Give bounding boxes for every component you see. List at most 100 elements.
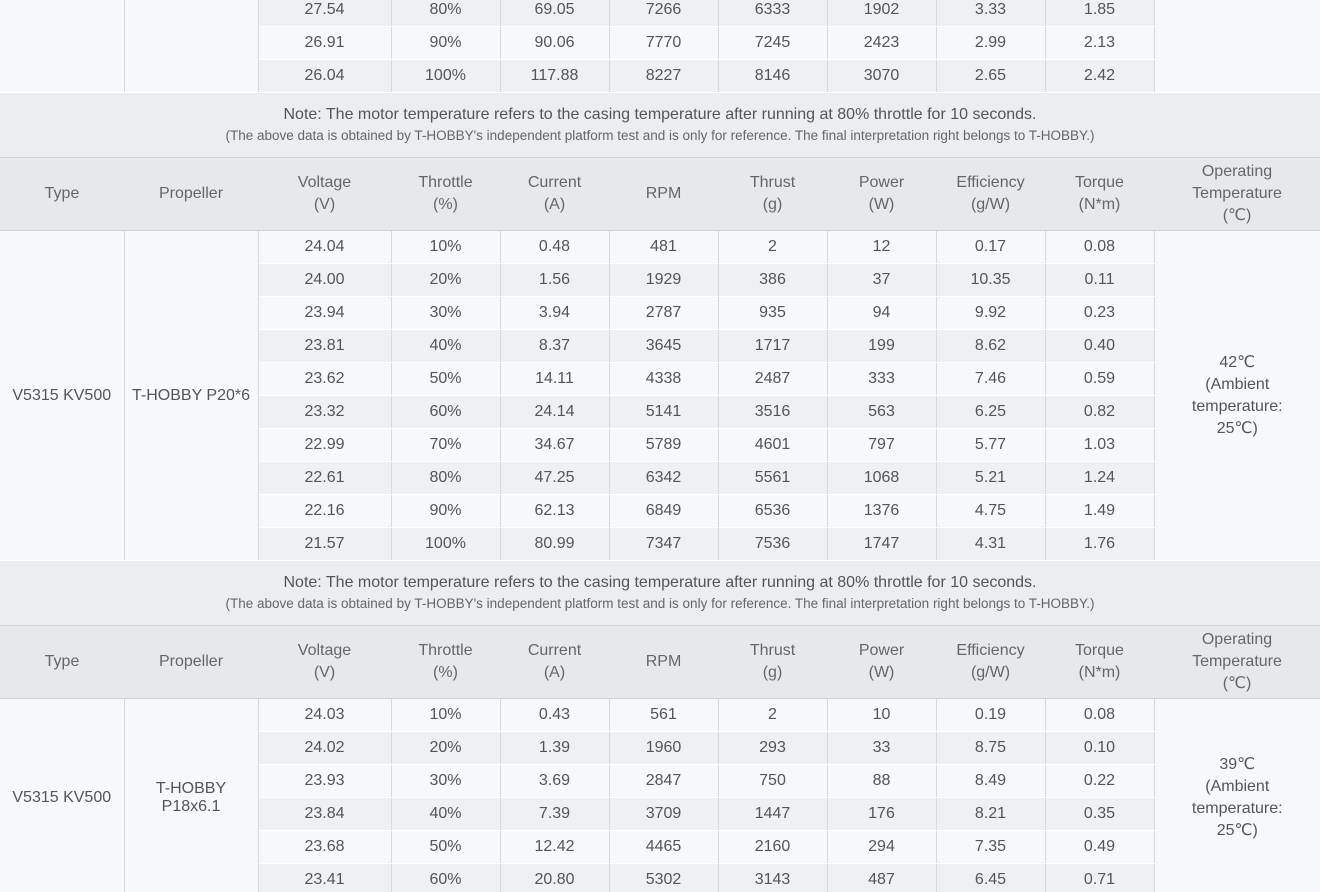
data-cell: 24.14 [500, 395, 610, 429]
data-cell: 797 [827, 428, 937, 462]
data-cell: 70% [391, 428, 501, 462]
data-cell: 10% [391, 230, 501, 264]
data-cell: 6333 [718, 0, 828, 27]
data-cell: 30% [391, 764, 501, 798]
data-cell: 8.62 [936, 329, 1046, 363]
data-cell: 2787 [609, 296, 719, 330]
data-cell: 0.17 [936, 230, 1046, 264]
data-cell: 7.35 [936, 830, 1046, 864]
column-header-efficiency: Efficiency (g/W) [936, 157, 1045, 231]
header-line: (g) [762, 196, 783, 213]
data-cell: 60% [391, 863, 501, 892]
temperature-line: 25℃) [1216, 419, 1258, 437]
header-row: Type Propeller Voltage (V) Throttle (%) Curren… [0, 625, 1320, 699]
data-cell: 2487 [718, 362, 828, 396]
data-cell: 6536 [718, 494, 828, 528]
data-cell: 12 [827, 230, 937, 264]
data-cell: 6.45 [936, 863, 1046, 892]
data-cell: 8.37 [500, 329, 610, 363]
header-line: Current [527, 174, 582, 191]
motor-type-cell: V5315 KV500 [0, 698, 125, 892]
data-cell: 0.43 [500, 698, 610, 732]
operating-temperature-cell: 39℃ (Ambient temperature: 25℃) [1154, 698, 1320, 892]
note-row: Note: The motor temperature refers to th… [0, 92, 1320, 158]
data-cell: 9.92 [936, 296, 1046, 330]
operating-temperature-cell: 42℃ (Ambient temperature: 25℃) [1154, 230, 1320, 561]
data-cell: 0.23 [1045, 296, 1155, 330]
data-cell: 0.48 [500, 230, 610, 264]
data-cell: 80.99 [500, 527, 610, 561]
data-cell: 1.03 [1045, 428, 1155, 462]
data-cell: 0.22 [1045, 764, 1155, 798]
column-header-torque: Torque (N*m) [1045, 157, 1154, 231]
data-cell: 1.49 [1045, 494, 1155, 528]
propeller-cell: T-HOBBY P18x6.1 [124, 698, 259, 892]
column-header-thrust: Thrust (g) [718, 625, 827, 699]
data-cell: 22.99 [258, 428, 392, 462]
data-cell: 10.35 [936, 263, 1046, 297]
data-cell: 1.85 [1045, 0, 1155, 27]
data-cell: 80% [391, 461, 501, 495]
data-cell: 90.06 [500, 26, 610, 60]
data-cell: 0.10 [1045, 731, 1155, 765]
note-cell: Note: The motor temperature refers to th… [0, 560, 1320, 626]
data-cell: 21.57 [258, 527, 392, 561]
data-cell: 1747 [827, 527, 937, 561]
data-cell: 27.54 [258, 0, 392, 27]
data-cell: 2.99 [936, 26, 1046, 60]
column-header-current: Current (A) [500, 625, 609, 699]
header-row: Type Propeller Voltage (V) Throttle (%) Curren… [0, 157, 1320, 231]
data-cell: 62.13 [500, 494, 610, 528]
data-cell: 1447 [718, 797, 828, 831]
column-header-type: Type [0, 157, 124, 231]
header-line: Operating [1201, 163, 1273, 180]
data-cell: 750 [718, 764, 828, 798]
data-cell: 7770 [609, 26, 719, 60]
data-cell: 8.49 [936, 764, 1046, 798]
data-cell: 60% [391, 395, 501, 429]
data-cell: 4601 [718, 428, 828, 462]
data-cell: 20% [391, 731, 501, 765]
data-cell: 24.02 [258, 731, 392, 765]
data-cell: 12.42 [500, 830, 610, 864]
header-line: (W) [868, 196, 895, 213]
data-cell: 0.40 [1045, 329, 1155, 363]
data-cell: 2 [718, 230, 828, 264]
temperature-line: 42℃ [1219, 353, 1256, 371]
column-header-propeller: Propeller [124, 157, 258, 231]
data-cell: 7.46 [936, 362, 1046, 396]
column-header-voltage: Voltage (V) [258, 157, 391, 231]
data-cell: 100% [391, 527, 501, 561]
note-main-text: Note: The motor temperature refers to th… [283, 106, 1037, 123]
data-cell: 294 [827, 830, 937, 864]
data-cell: 5302 [609, 863, 719, 892]
data-cell: 487 [827, 863, 937, 892]
temperature-line: temperature: [1191, 397, 1283, 415]
table-row: V5315 KV500 T-HOBBY P20*6 24.04 10% 0.48 481 2… [0, 230, 1320, 561]
data-cell: 40% [391, 329, 501, 363]
header-line: Voltage [297, 174, 352, 191]
data-cell: 1068 [827, 461, 937, 495]
column-header-current: Current (A) [500, 157, 609, 231]
data-cell: 10% [391, 698, 501, 732]
column-header-rpm: RPM [609, 157, 718, 231]
note-cell: Note: The motor temperature refers to th… [0, 92, 1320, 158]
header-line: Power [858, 174, 905, 191]
temperature-line: temperature: [1191, 799, 1283, 817]
data-cell: 7266 [609, 0, 719, 27]
data-cell: 20.80 [500, 863, 610, 892]
data-cell: 3143 [718, 863, 828, 892]
data-cell: 0.82 [1045, 395, 1155, 429]
data-cell: 26.04 [258, 59, 392, 93]
header-line: Temperature [1192, 653, 1282, 670]
data-cell: 4465 [609, 830, 719, 864]
data-cell: 30% [391, 296, 501, 330]
data-cell: 4.75 [936, 494, 1046, 528]
data-cell: 88 [827, 764, 937, 798]
data-cell: 935 [718, 296, 828, 330]
data-cell: 5789 [609, 428, 719, 462]
table-row: V5315 KV500 T-HOBBY P18x6.1 24.03 10% 0.43 56… [0, 698, 1320, 892]
data-cell: 3.33 [936, 0, 1046, 27]
data-cell: 1929 [609, 263, 719, 297]
data-cell: 4338 [609, 362, 719, 396]
